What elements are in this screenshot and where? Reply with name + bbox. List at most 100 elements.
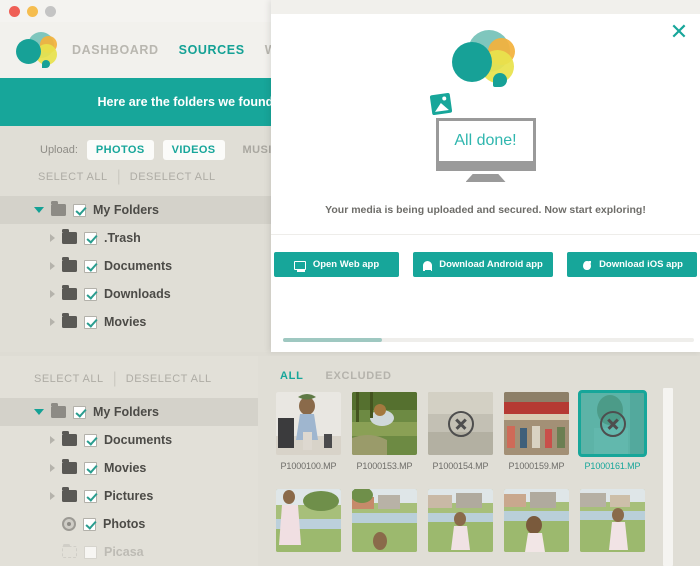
folder-icon: [62, 313, 77, 328]
chevron-right-icon[interactable]: [50, 318, 55, 326]
modal-actions: Open Web app Download Android app Downlo…: [271, 235, 700, 277]
thumbnail-item[interactable]: [428, 489, 493, 558]
thumbnail-image[interactable]: [580, 489, 645, 552]
modal-message: Your media is being uploaded and secured…: [325, 204, 646, 216]
apple-icon: [582, 261, 591, 270]
thumbnail-image[interactable]: [428, 392, 493, 455]
tree-row-movies[interactable]: Movies: [0, 454, 258, 482]
minimize-window-button[interactable]: [27, 5, 38, 17]
chevron-right-icon[interactable]: [50, 262, 55, 270]
gallery-scrollbar[interactable]: [663, 388, 673, 566]
tree-row-label: .Trash: [104, 231, 141, 245]
thumbnail-filename: P1000153.MP: [356, 461, 413, 471]
chevron-right-icon[interactable]: [50, 464, 55, 472]
filter-music-button[interactable]: MUSIC: [234, 140, 272, 160]
nav-item-sources[interactable]: SOURCES: [179, 43, 245, 57]
thumbnail-image[interactable]: [504, 489, 569, 552]
app-logo-icon: [14, 32, 58, 68]
picasa-icon: [62, 544, 77, 558]
tree-row-label: My Folders: [93, 405, 159, 419]
checkbox[interactable]: [84, 231, 97, 245]
checkbox[interactable]: [84, 259, 97, 273]
chevron-down-icon[interactable]: [34, 207, 44, 213]
chevron-right-icon[interactable]: [50, 290, 55, 298]
checkbox[interactable]: [83, 517, 96, 531]
thumbnail-image[interactable]: [276, 392, 341, 455]
thumbnail-item[interactable]: P1000153.MP: [352, 392, 417, 471]
folder-icon: [62, 229, 77, 244]
tree-row-downloads[interactable]: Downloads: [0, 280, 272, 308]
tree-row-photos[interactable]: Photos: [0, 510, 258, 538]
thumbnail-image[interactable]: [352, 489, 417, 552]
thumbnail-item[interactable]: [276, 489, 341, 558]
chevron-right-icon[interactable]: [50, 492, 55, 500]
download-android-app-button[interactable]: Download Android app: [413, 252, 553, 277]
folder-tree-bottom: My Folders Documents Movies Pictures Pho…: [0, 388, 258, 566]
download-ios-app-label: Download iOS app: [599, 259, 683, 270]
filter-videos-button[interactable]: VIDEOS: [162, 140, 225, 160]
thumbnail-item[interactable]: [504, 489, 569, 558]
thumbnail-filename: P1000161.MP: [584, 461, 641, 471]
zoom-window-button[interactable]: [45, 5, 56, 17]
thumbnail-image[interactable]: [276, 489, 341, 552]
excluded-icon: [447, 410, 474, 437]
tree-row-my-folders[interactable]: My Folders: [0, 196, 272, 224]
select-all-link-top[interactable]: SELECT ALL: [38, 171, 108, 183]
selection-actions-bottom: SELECT ALL | DESELECT ALL: [0, 356, 258, 388]
checkbox[interactable]: [84, 433, 97, 447]
close-icon[interactable]: ✕: [668, 21, 690, 44]
tree-row-picasa[interactable]: Picasa: [0, 538, 258, 566]
modal-top-strip: [271, 0, 700, 14]
tree-row-movies[interactable]: Movies: [0, 308, 272, 336]
deselect-all-link-top[interactable]: DESELECT ALL: [130, 171, 216, 183]
modal-body: All done! Your media is being uploaded a…: [271, 14, 700, 277]
checkbox[interactable]: [84, 315, 97, 329]
monitor-stand: [465, 174, 506, 182]
chevron-right-icon[interactable]: [50, 234, 55, 242]
thumbnail-row-1: P1000100.MP P1000153.MP P1000154.MP P100…: [258, 382, 700, 471]
tree-row-label: Pictures: [104, 489, 154, 503]
deselect-all-link-bottom[interactable]: DESELECT ALL: [126, 373, 212, 385]
thumbnail-item[interactable]: P1000159.MP: [504, 392, 569, 471]
thumbnail-image[interactable]: [578, 390, 647, 457]
nav-item-dashboard[interactable]: DASHBOARD: [72, 43, 159, 57]
checkbox[interactable]: [84, 287, 97, 301]
checkbox[interactable]: [84, 489, 97, 503]
thumbnail-image[interactable]: [352, 392, 417, 455]
filter-photos-button[interactable]: PHOTOS: [86, 140, 154, 160]
monitor-screen-text: All done!: [454, 132, 517, 149]
close-window-button[interactable]: [9, 5, 20, 17]
checkbox[interactable]: [84, 461, 97, 475]
folder-icon: [51, 403, 66, 418]
thumbnail-item[interactable]: [352, 489, 417, 558]
android-icon: [423, 261, 433, 271]
tree-row-trash[interactable]: .Trash: [0, 224, 272, 252]
checkbox[interactable]: [73, 203, 86, 217]
tree-row-documents[interactable]: Documents: [0, 426, 258, 454]
upload-filter-row: Upload: PHOTOS VIDEOS MUSIC: [0, 126, 272, 168]
chevron-right-icon[interactable]: [50, 436, 55, 444]
tree-row-pictures[interactable]: Pictures: [0, 482, 258, 510]
folder-icon: [62, 285, 77, 300]
open-web-app-button[interactable]: Open Web app: [274, 252, 399, 277]
chevron-down-icon[interactable]: [34, 409, 44, 415]
tree-row-my-folders[interactable]: My Folders: [0, 398, 258, 426]
thumbnail-item-selected[interactable]: P1000161.MP: [578, 390, 647, 471]
thumbnail-filename: P1000159.MP: [508, 461, 565, 471]
checkbox[interactable]: [73, 405, 86, 419]
tab-all[interactable]: ALL: [280, 370, 303, 382]
tab-excluded[interactable]: EXCLUDED: [325, 370, 391, 382]
checkbox[interactable]: [84, 545, 97, 559]
upload-label: Upload:: [40, 144, 78, 156]
tree-row-documents[interactable]: Documents: [0, 252, 272, 280]
thumbnail-image[interactable]: [504, 392, 569, 455]
download-ios-app-button[interactable]: Download iOS app: [567, 252, 697, 277]
folder-icon: [62, 257, 77, 272]
thumbnail-filename: P1000100.MP: [280, 461, 337, 471]
select-all-link-bottom[interactable]: SELECT ALL: [34, 373, 104, 385]
thumbnail-item[interactable]: P1000154.MP: [428, 392, 493, 471]
screen: DASHBOARD SOURCES WA Here are the folder…: [0, 0, 700, 566]
thumbnail-item[interactable]: P1000100.MP: [276, 392, 341, 471]
thumbnail-image[interactable]: [428, 489, 493, 552]
thumbnail-item[interactable]: [580, 489, 645, 558]
